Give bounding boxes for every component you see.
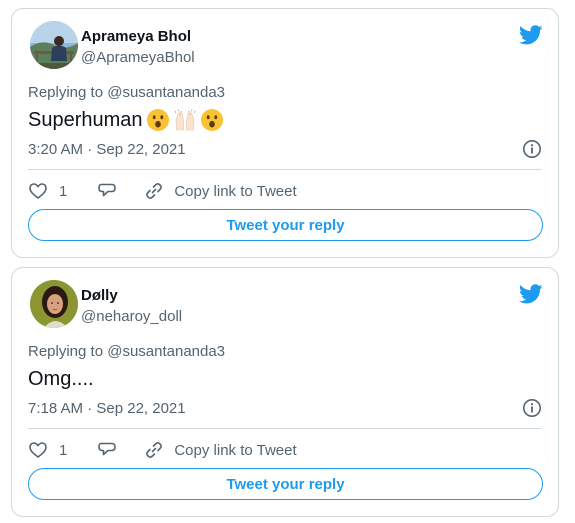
user-handle[interactable]: @neharoy_doll (81, 308, 182, 325)
link-icon (146, 442, 163, 458)
divider (28, 428, 542, 429)
copy-link-label: Copy link to Tweet (174, 441, 297, 459)
user-handle[interactable]: @AprameyaBhol (81, 49, 195, 66)
like-button[interactable]: 1 (28, 181, 67, 201)
replying-to-text[interactable]: Replying to @susantananda3 (28, 343, 225, 360)
info-icon[interactable] (522, 139, 542, 159)
tweet-your-reply-button[interactable]: Tweet your reply (28, 468, 543, 500)
reply-button[interactable] (97, 181, 117, 201)
avatar[interactable] (30, 280, 78, 328)
tweet-body-text: Superhuman (28, 108, 143, 131)
reply-icon (98, 442, 117, 456)
info-icon[interactable] (522, 398, 542, 418)
copy-link-label: Copy link to Tweet (174, 182, 297, 200)
avatar-photo (30, 21, 78, 69)
twitter-bird-icon[interactable] (518, 282, 543, 306)
tweet-card[interactable]: Aprameya Bhol @AprameyaBhol Replying to … (11, 8, 559, 258)
display-name[interactable]: Aprameya Bhol (81, 28, 191, 45)
link-icon (146, 183, 163, 199)
tweet-text: Omg.... (28, 365, 94, 393)
reply-button[interactable] (97, 440, 117, 460)
tweet-your-reply-button[interactable]: Tweet your reply (28, 209, 543, 241)
tweet-actions: 1 Copy link to Tweet (28, 179, 297, 203)
copy-link-button[interactable]: Copy link to Tweet (144, 440, 297, 460)
tweet-actions: 1 Copy link to Tweet (28, 438, 297, 462)
raising-hands-icon (173, 108, 197, 132)
tweet-timestamp[interactable]: 3:20 AM · Sep 22, 2021 (28, 141, 186, 158)
face-with-open-mouth-icon (200, 108, 224, 132)
like-button[interactable]: 1 (28, 440, 67, 460)
like-count: 1 (59, 441, 68, 459)
tweet-text: Superhuman (28, 106, 224, 134)
tweet-body-text: Omg.... (28, 367, 94, 390)
reply-icon (98, 183, 117, 197)
avatar-photo (30, 280, 78, 328)
tweet-timestamp[interactable]: 7:18 AM · Sep 22, 2021 (28, 400, 186, 417)
heart-icon (29, 442, 47, 458)
divider (28, 169, 542, 170)
replying-to-text[interactable]: Replying to @susantananda3 (28, 84, 225, 101)
like-count: 1 (59, 182, 68, 200)
avatar[interactable] (30, 21, 78, 69)
face-with-open-mouth-icon (146, 108, 170, 132)
display-name[interactable]: Dølly (81, 287, 118, 304)
copy-link-button[interactable]: Copy link to Tweet (144, 181, 297, 201)
heart-icon (29, 183, 47, 199)
tweet-card[interactable]: Dølly @neharoy_doll Replying to @susanta… (11, 267, 559, 517)
twitter-bird-icon[interactable] (518, 23, 543, 47)
